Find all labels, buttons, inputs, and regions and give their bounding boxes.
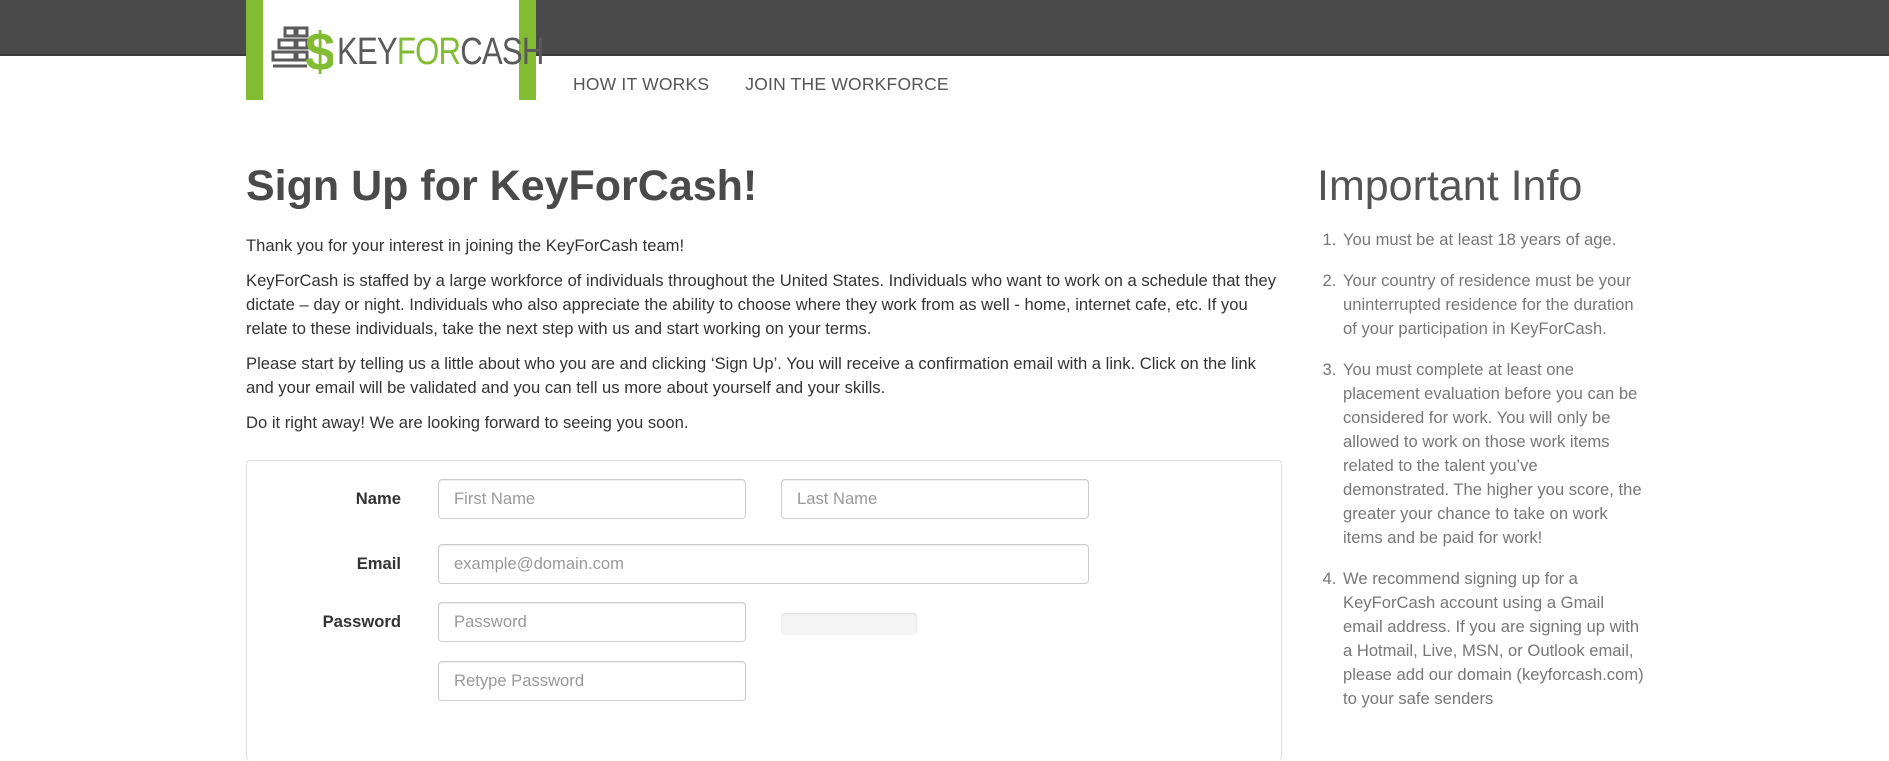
logo-word-cash: CASH: [459, 30, 544, 73]
password-label: Password: [322, 612, 401, 631]
email-label: Email: [356, 554, 401, 573]
first-name-input[interactable]: [438, 479, 746, 519]
important-info-sidebar: Important Info You must be at least 18 y…: [1317, 160, 1647, 728]
password-strength-meter: [781, 613, 917, 635]
info-item: You must complete at least one placement…: [1341, 358, 1647, 550]
signup-form: Name Email Password: [246, 460, 1282, 761]
intro-paragraph-1: Thank you for your interest in joining t…: [246, 236, 685, 255]
email-input[interactable]: [438, 544, 1089, 584]
name-label: Name: [355, 489, 401, 508]
email-row: Email: [247, 544, 1281, 586]
info-item: Your country of residence must be your u…: [1341, 269, 1647, 341]
info-item: We recommend signing up for a KeyForCash…: [1341, 567, 1647, 711]
intro-paragraph-2: KeyForCash is staffed by a large workfor…: [246, 271, 1277, 338]
nav-join-the-workforce[interactable]: JOIN THE WORKFORCE: [745, 74, 949, 95]
info-list: You must be at least 18 years of age. Yo…: [1317, 228, 1647, 711]
logo[interactable]: $ KEYFORCASH: [246, 0, 544, 100]
retype-password-input[interactable]: [438, 661, 746, 701]
info-item: You must be at least 18 years of age.: [1341, 228, 1647, 252]
retype-password-row: [247, 661, 1281, 703]
page-title: Sign Up for KeyForCash!: [246, 162, 758, 210]
password-row: Password: [247, 602, 1281, 644]
password-input[interactable]: [438, 602, 746, 642]
main-nav: HOW IT WORKS JOIN THE WORKFORCE: [573, 74, 949, 95]
sidebar-title: Important Info: [1317, 162, 1583, 210]
logo-panel[interactable]: $ KEYFORCASH: [263, 0, 544, 100]
logo-word-key: KEY: [336, 30, 398, 73]
main-content: Sign Up for KeyForCash! Thank you for yo…: [246, 160, 1282, 761]
intro-paragraph-4: Do it right away! We are looking forward…: [246, 413, 689, 432]
logo-wordmark: KEYFORCASH: [336, 30, 544, 74]
name-row: Name: [247, 479, 1281, 521]
nav-how-it-works[interactable]: HOW IT WORKS: [573, 74, 709, 95]
intro-paragraph-3: Please start by telling us a little abou…: [246, 354, 1256, 397]
logo-word-for: FOR: [396, 30, 460, 73]
svg-text:$: $: [305, 22, 333, 82]
last-name-input[interactable]: [781, 479, 1089, 519]
keyboard-dollar-icon: $: [271, 18, 335, 82]
